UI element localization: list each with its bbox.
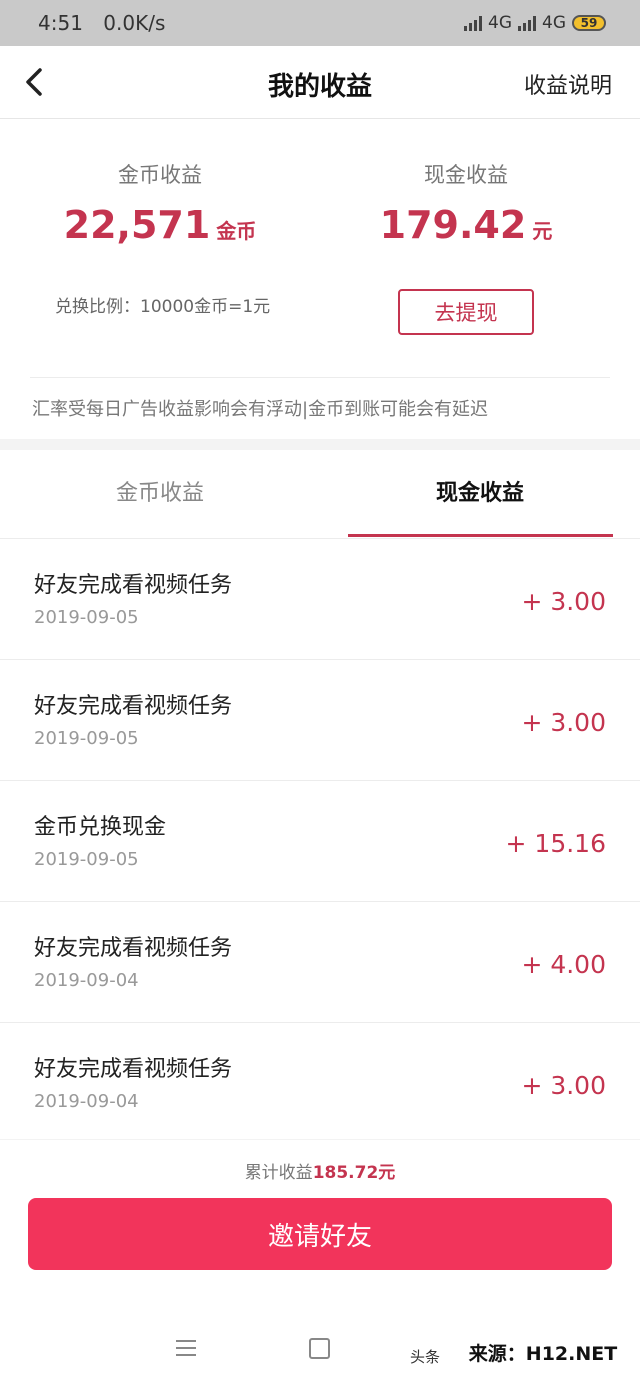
record-date: 2019-09-04 bbox=[34, 1091, 139, 1112]
home-icon[interactable] bbox=[309, 1338, 330, 1359]
tab-coin-earnings[interactable]: 金币收益 bbox=[0, 450, 320, 538]
record-amount: + 15.16 bbox=[505, 829, 606, 858]
source-watermark: 来源：H12.NET bbox=[446, 1330, 640, 1374]
coin-earnings-amount: 22,571 金币 bbox=[0, 203, 320, 247]
coin-earnings-value: 22,571 bbox=[63, 203, 211, 247]
list-item: 好友完成看视频任务 2019-09-04 + 3.00 bbox=[0, 1023, 640, 1144]
cash-earnings-panel: 现金收益 179.42 元 bbox=[306, 159, 626, 247]
cash-earnings-amount: 179.42 元 bbox=[306, 203, 626, 247]
record-date: 2019-09-05 bbox=[34, 607, 139, 628]
record-title: 好友完成看视频任务 bbox=[34, 936, 233, 961]
battery-icon: 59 bbox=[572, 15, 606, 31]
list-item: 好友完成看视频任务 2019-09-05 + 3.00 bbox=[0, 660, 640, 781]
status-net-speed: 0.0K/s bbox=[103, 11, 166, 35]
earnings-record-list: 好友完成看视频任务 2019-09-05 + 3.00 好友完成看视频任务 20… bbox=[0, 539, 640, 1144]
coin-earnings-panel: 金币收益 22,571 金币 bbox=[0, 159, 320, 247]
status-right: 4G 4G 59 bbox=[464, 13, 606, 33]
invite-friends-button[interactable]: 邀请好友 bbox=[28, 1198, 612, 1270]
record-amount: + 4.00 bbox=[521, 950, 606, 979]
footer-panel: 累计收益185.72元 邀请好友 bbox=[0, 1140, 640, 1310]
list-item: 金币兑换现金 2019-09-05 + 15.16 bbox=[0, 781, 640, 902]
earnings-tabs: 金币收益 现金收益 bbox=[0, 450, 640, 539]
record-title: 好友完成看视频任务 bbox=[34, 573, 233, 598]
earnings-info-link[interactable]: 收益说明 bbox=[524, 68, 612, 100]
cash-earnings-label: 现金收益 bbox=[424, 163, 508, 187]
record-amount: + 3.00 bbox=[521, 708, 606, 737]
coin-unit: 金币 bbox=[216, 219, 257, 243]
exchange-ratio: 兑换比例：10000金币=1元 bbox=[55, 297, 271, 317]
network-type-2: 4G bbox=[542, 13, 566, 33]
list-item: 好友完成看视频任务 2019-09-05 + 3.00 bbox=[0, 539, 640, 660]
cash-earnings-value: 179.42 bbox=[379, 203, 527, 247]
system-nav-bar: 头条 来源：H12.NET bbox=[0, 1310, 640, 1387]
network-type-1: 4G bbox=[488, 13, 512, 33]
record-title: 金币兑换现金 bbox=[34, 815, 167, 840]
signal-icon bbox=[464, 15, 482, 31]
active-tab-indicator bbox=[348, 534, 613, 537]
record-date: 2019-09-05 bbox=[34, 728, 139, 749]
coin-earnings-label: 金币收益 bbox=[118, 163, 202, 187]
watermark-small: 头条 bbox=[410, 1348, 441, 1366]
summary-divider bbox=[30, 377, 610, 378]
earnings-summary: 金币收益 22,571 金币 现金收益 179.42 元 兑换比例：10000金币=… bbox=[0, 119, 640, 439]
rate-notice: 汇率受每日广告收益影响会有浮动|金币到账可能会有延迟 bbox=[32, 399, 489, 420]
total-earnings-label: 累计收益 bbox=[244, 1163, 313, 1183]
tab-cash-earnings[interactable]: 现金收益 bbox=[320, 450, 640, 538]
record-title: 好友完成看视频任务 bbox=[34, 694, 233, 719]
record-date: 2019-09-04 bbox=[34, 970, 139, 991]
total-earnings-value: 185.72元 bbox=[312, 1163, 396, 1183]
menu-icon[interactable] bbox=[176, 1340, 196, 1356]
record-date: 2019-09-05 bbox=[34, 849, 139, 870]
signal-icon-2 bbox=[518, 15, 536, 31]
status-time: 4:51 bbox=[38, 11, 83, 35]
record-amount: + 3.00 bbox=[521, 587, 606, 616]
status-bar: 4:51 0.0K/s 4G 4G 59 bbox=[0, 0, 640, 46]
status-left: 4:51 0.0K/s bbox=[38, 11, 179, 35]
list-item: 好友完成看视频任务 2019-09-04 + 4.00 bbox=[0, 902, 640, 1023]
cash-unit: 元 bbox=[532, 219, 553, 243]
total-earnings: 累计收益185.72元 bbox=[0, 1158, 640, 1183]
top-nav-bar: 我的收益 收益说明 bbox=[0, 46, 640, 119]
withdraw-button[interactable]: 去提现 bbox=[398, 289, 534, 335]
record-amount: + 3.00 bbox=[521, 1071, 606, 1100]
record-title: 好友完成看视频任务 bbox=[34, 1057, 233, 1082]
